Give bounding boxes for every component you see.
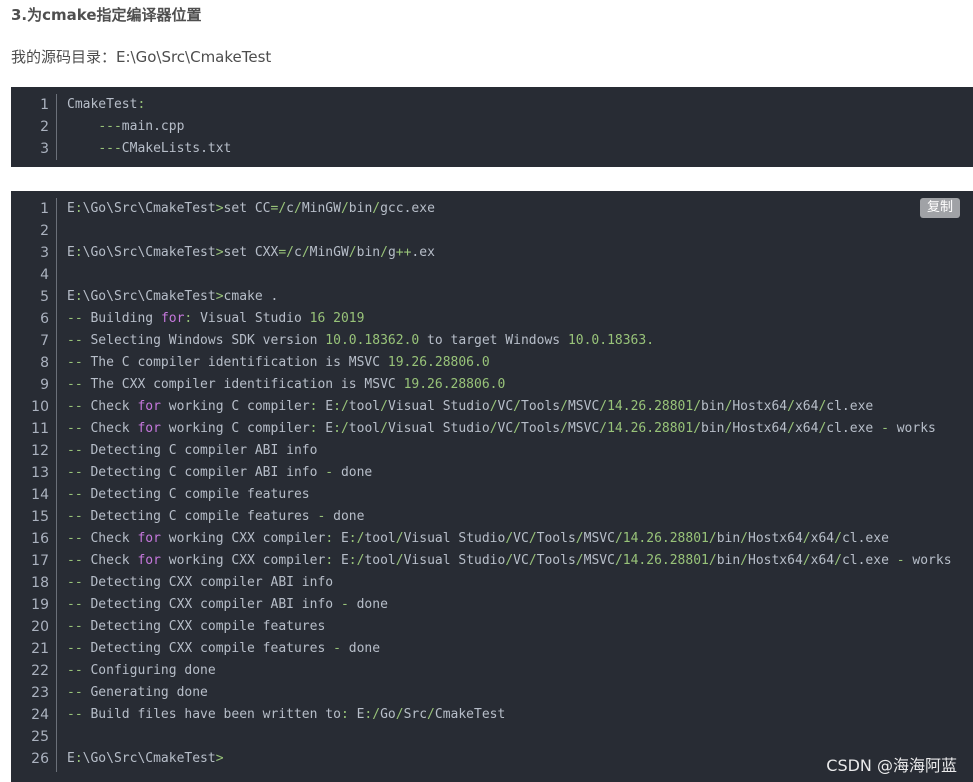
line-number: 13 (31, 465, 49, 481)
line-number: 21 (31, 641, 49, 657)
section-heading: 3.为cmake指定编译器位置 (11, 6, 202, 24)
line-number: 19 (31, 597, 49, 613)
copy-button[interactable]: 复制 (919, 198, 960, 218)
code-line: E:\Go\Src\CmakeTest>set CC=/c/MinGW/bin/… (67, 201, 435, 216)
line-number: 2 (40, 223, 49, 239)
code-line: -- Detecting CXX compile features (67, 619, 326, 634)
code-lines: E:\Go\Src\CmakeTest>set CC=/c/MinGW/bin/… (67, 198, 973, 770)
line-number: 14 (31, 487, 49, 503)
code-line: ---main.cpp (98, 119, 185, 134)
code-line: -- Detecting CXX compile features - done (67, 641, 381, 656)
code-lines: CmakeTest: ---main.cpp ---CMakeLists.txt (67, 94, 973, 160)
code-line: -- Detecting C compiler ABI info - done (67, 465, 373, 480)
code-line: -- Generating done (67, 685, 208, 700)
line-number: 3 (40, 245, 49, 261)
code-line: -- Check for working C compiler: E:/tool… (67, 421, 936, 436)
line-number: 8 (40, 355, 49, 371)
line-number-gutter: 1 2 3 (11, 94, 57, 160)
code-line: -- Configuring done (67, 663, 216, 678)
code-line: -- Detecting C compile features (67, 487, 310, 502)
line-number: 16 (31, 531, 49, 547)
line-number: 1 (40, 201, 49, 217)
code-line: -- The C compiler identification is MSVC… (67, 355, 490, 370)
line-number: 22 (31, 663, 49, 679)
code-line: CmakeTest: (67, 97, 146, 112)
line-number: 2 (40, 119, 49, 135)
csdn-watermark: CSDN @海海阿蓝 (826, 756, 957, 775)
code-line: E:\Go\Src\CmakeTest>cmake . (67, 289, 279, 304)
line-number: 15 (31, 509, 49, 525)
line-number: 5 (40, 289, 49, 305)
line-number: 17 (31, 553, 49, 569)
line-number: 1 (40, 97, 49, 113)
code-line: -- Building for: Visual Studio 16 2019 (67, 311, 365, 326)
line-number: 3 (40, 141, 49, 157)
line-number: 25 (31, 729, 49, 745)
line-number: 11 (31, 421, 49, 437)
code-block-console: 1 2 3 4 5 6 7 8 9 10 11 12 13 14 15 16 17 18 19 20 21 22 23 24 2… (11, 191, 973, 782)
code-line: -- Detecting C compiler ABI info (67, 443, 318, 458)
line-number: 9 (40, 377, 49, 393)
line-number: 6 (40, 311, 49, 327)
code-line: -- Build files have been written to: E:/… (67, 707, 506, 722)
source-dir-paragraph: 我的源码目录：E:\Go\Src\CmakeTest (11, 48, 272, 66)
code-line: -- Detecting CXX compiler ABI info - don… (67, 597, 388, 612)
code-line: -- Selecting Windows SDK version 10.0.18… (67, 333, 655, 348)
code-line: -- Check for working C compiler: E:/tool… (67, 399, 874, 414)
line-number: 4 (40, 267, 49, 283)
line-number: 10 (31, 399, 49, 415)
line-number: 12 (31, 443, 49, 459)
code-line: ---CMakeLists.txt (98, 141, 232, 156)
line-number: 23 (31, 685, 49, 701)
line-number: 7 (40, 333, 49, 349)
code-line: -- Check for working CXX compiler: E:/to… (67, 553, 952, 568)
code-line: -- Check for working CXX compiler: E:/to… (67, 531, 889, 546)
line-number: 26 (31, 751, 49, 767)
line-number-gutter: 1 2 3 4 5 6 7 8 9 10 11 12 13 14 15 16 17 18 19 20 21 22 23 24 2… (11, 198, 57, 772)
line-number: 18 (31, 575, 49, 591)
code-line: E:\Go\Src\CmakeTest>set CXX=/c/MinGW/bin… (67, 245, 435, 260)
line-number: 20 (31, 619, 49, 635)
code-block-tree: 1 2 3 CmakeTest: ---main.cpp ---CMakeLists… (11, 87, 973, 167)
code-line: -- Detecting C compile features - done (67, 509, 365, 524)
code-line: -- Detecting CXX compiler ABI info (67, 575, 334, 590)
line-number: 24 (31, 707, 49, 723)
code-line: -- The CXX compiler identification is MS… (67, 377, 506, 392)
